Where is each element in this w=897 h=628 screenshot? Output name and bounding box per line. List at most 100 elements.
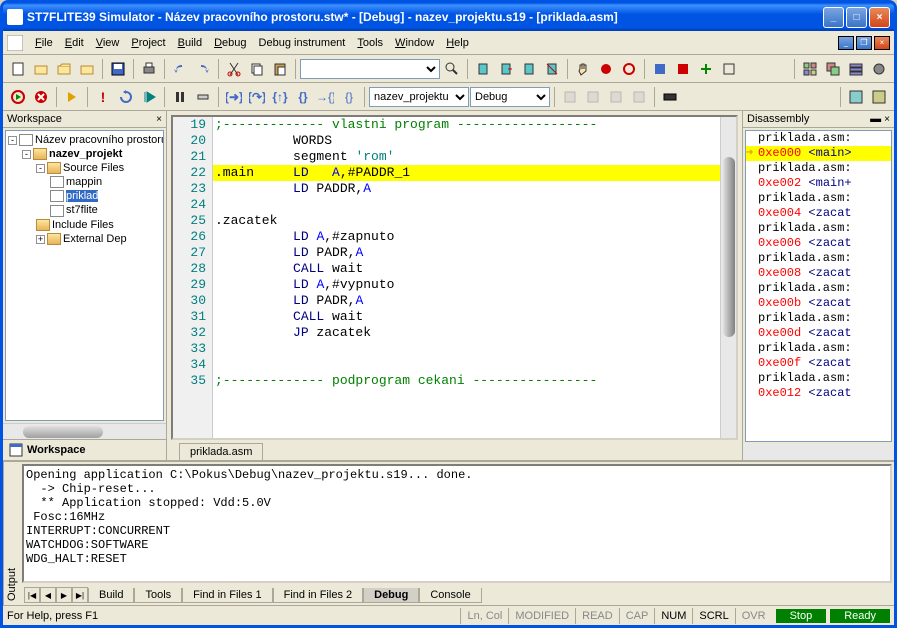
run-button[interactable] [61, 86, 83, 108]
view-memory-button[interactable] [845, 86, 867, 108]
restart-button[interactable] [115, 86, 137, 108]
menu-build[interactable]: Build [172, 35, 208, 51]
mdi-minimize-button[interactable]: _ [838, 36, 854, 50]
tree-project[interactable]: -nazev_projekt [8, 147, 161, 161]
config-combo[interactable]: Debug [470, 87, 550, 107]
tool-button-3[interactable] [695, 58, 717, 80]
set-pc-button[interactable]: {} [338, 86, 360, 108]
status-stop-button[interactable]: Stop [776, 609, 827, 623]
menu-project[interactable]: Project [125, 35, 171, 51]
output-tab-next[interactable]: ▶ [56, 587, 72, 603]
output-tab-last[interactable]: ▶| [72, 587, 88, 603]
close-button[interactable]: × [869, 7, 890, 28]
tree-file[interactable]: st7flite [8, 203, 161, 217]
bookmark-clear-button[interactable] [541, 58, 563, 80]
tree-root[interactable]: -Název pracovního prostoru [8, 133, 161, 147]
settings-button[interactable] [868, 58, 890, 80]
output-tab-console[interactable]: Console [419, 588, 481, 603]
exclaim-button[interactable]: ! [92, 86, 114, 108]
step-instruction-button[interactable]: {} [292, 86, 314, 108]
disassembly-hscroll[interactable] [743, 444, 894, 460]
menu-debug-instrument[interactable]: Debug instrument [253, 35, 352, 51]
disassembly-pin-button[interactable]: ▬ [870, 113, 881, 125]
tree-file[interactable]: priklad [8, 189, 161, 203]
workspace-tree[interactable]: -Název pracovního prostoru -nazev_projek… [5, 130, 164, 421]
output-tab-find-in-files-1[interactable]: Find in Files 1 [182, 588, 272, 603]
open-project-button[interactable] [76, 58, 98, 80]
print-button[interactable] [138, 58, 160, 80]
bookmark-next-button[interactable] [495, 58, 517, 80]
step-out-button[interactable]: {↑} [269, 86, 291, 108]
pause-button[interactable] [169, 86, 191, 108]
window-cascade-button[interactable] [822, 58, 844, 80]
tool-button-1[interactable] [649, 58, 671, 80]
step-button[interactable] [192, 86, 214, 108]
save-button[interactable] [107, 58, 129, 80]
find-button[interactable] [441, 58, 463, 80]
tree-file[interactable]: mappin [8, 175, 161, 189]
editor-file-tab[interactable]: priklada.asm [179, 443, 263, 460]
window-tile-button[interactable] [799, 58, 821, 80]
window-list-button[interactable] [845, 58, 867, 80]
menu-debug[interactable]: Debug [208, 35, 252, 51]
titlebar[interactable]: ST7FLITE39 Simulator - Název pracovního … [3, 3, 894, 31]
hand-button[interactable] [572, 58, 594, 80]
editor-vscroll[interactable] [720, 117, 736, 438]
workspace-close-button[interactable]: × [156, 114, 162, 125]
target-button[interactable] [659, 86, 681, 108]
paste-button[interactable] [269, 58, 291, 80]
mdi-restore-button[interactable]: ❐ [856, 36, 872, 50]
menu-edit[interactable]: Edit [59, 35, 90, 51]
mdi-close-button[interactable]: × [874, 36, 890, 50]
disassembly-list[interactable]: priklada.asm:➜0xe000 <main>priklada.asm:… [745, 130, 892, 442]
menu-help[interactable]: Help [440, 35, 475, 51]
new-file-button[interactable] [7, 58, 29, 80]
tool-button-2[interactable] [672, 58, 694, 80]
status-ready-button[interactable]: Ready [830, 609, 890, 623]
undo-button[interactable] [169, 58, 191, 80]
output-text[interactable]: Opening application C:\Pokus\Debug\nazev… [22, 464, 892, 583]
workspace-hscroll[interactable] [3, 423, 166, 439]
output-tab-prev[interactable]: ◀ [40, 587, 56, 603]
output-tab-first[interactable]: |◀ [24, 587, 40, 603]
step-over-button[interactable]: {↷} [246, 86, 268, 108]
menu-view[interactable]: View [90, 35, 126, 51]
bookmark-prev-button[interactable] [518, 58, 540, 80]
redo-button[interactable] [192, 58, 214, 80]
output-tab-tools[interactable]: Tools [134, 588, 182, 603]
tool-button-4[interactable] [718, 58, 740, 80]
new-folder-button[interactable] [30, 58, 52, 80]
debug-stop-button[interactable] [30, 86, 52, 108]
rebuild-button[interactable] [605, 86, 627, 108]
view-registers-button[interactable] [868, 86, 890, 108]
output-tab-find-in-files-2[interactable]: Find in Files 2 [273, 588, 363, 603]
tree-source-files[interactable]: -Source Files [8, 161, 161, 175]
debug-start-button[interactable] [7, 86, 29, 108]
output-tab-debug[interactable]: Debug [363, 588, 419, 603]
cut-button[interactable] [223, 58, 245, 80]
menu-tools[interactable]: Tools [351, 35, 389, 51]
breakpoint-button[interactable] [595, 58, 617, 80]
watchpoint-button[interactable] [618, 58, 640, 80]
project-combo[interactable]: nazev_projektu [369, 87, 469, 107]
menu-window[interactable]: Window [389, 35, 440, 51]
continue-button[interactable] [138, 86, 160, 108]
tree-external-deps[interactable]: +External Dep [8, 232, 161, 246]
output-tab-build[interactable]: Build [88, 588, 134, 603]
minimize-button[interactable]: _ [823, 7, 844, 28]
build-button[interactable] [582, 86, 604, 108]
bookmark-toggle-button[interactable] [472, 58, 494, 80]
stop-build-button[interactable] [628, 86, 650, 108]
compile-button[interactable] [559, 86, 581, 108]
run-to-cursor-button[interactable]: →{} [315, 86, 337, 108]
copy-button[interactable] [246, 58, 268, 80]
maximize-button[interactable]: □ [846, 7, 867, 28]
tree-include-files[interactable]: Include Files [8, 218, 161, 232]
code-area[interactable]: ;------------- vlastni program ---------… [213, 117, 720, 438]
disassembly-close-button[interactable]: × [884, 114, 890, 125]
open-button[interactable] [53, 58, 75, 80]
step-into-button[interactable]: {➜} [223, 86, 245, 108]
menu-file[interactable]: File [29, 35, 59, 51]
find-combo[interactable] [300, 59, 440, 79]
workspace-tab[interactable]: Workspace [3, 439, 166, 460]
